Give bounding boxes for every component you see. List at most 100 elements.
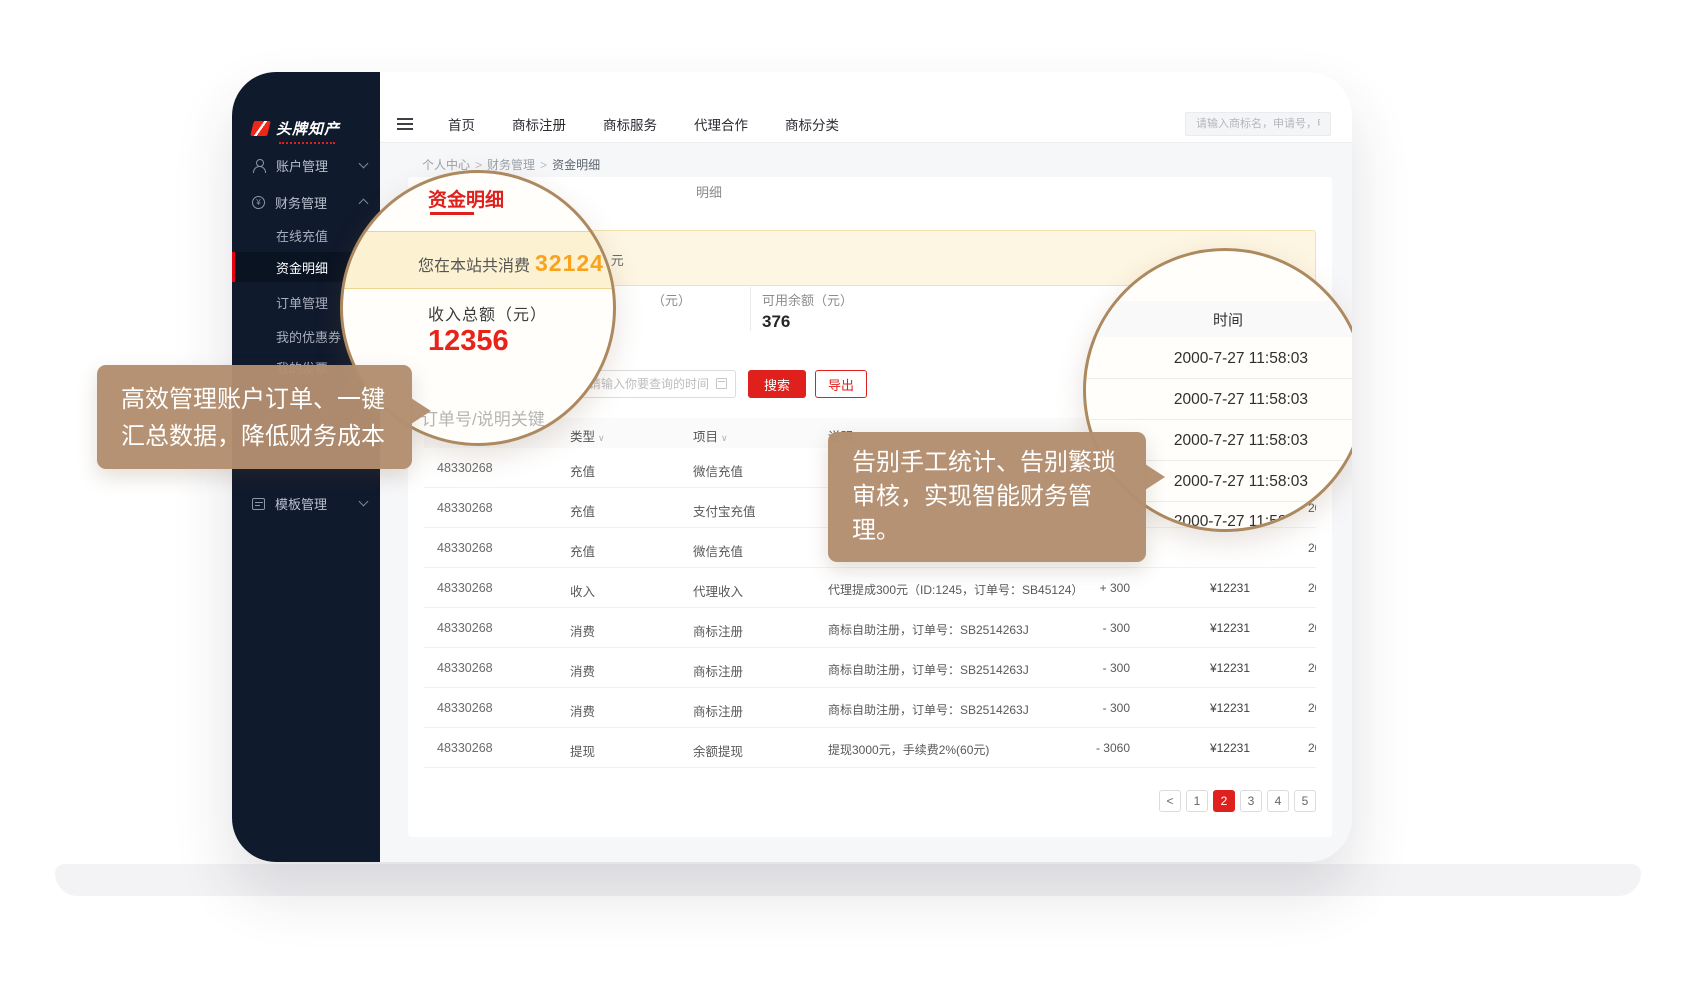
cell-type: 消费 — [570, 621, 650, 640]
pagination: < 1 2 3 4 5 — [1159, 790, 1316, 812]
stage: 头牌知产 账户管理 ¥ 财务管理 在线充值 资金明细 订单管理 — [0, 0, 1696, 1002]
nav-trademark-service[interactable]: 商标服务 — [603, 114, 657, 134]
callout-left: 高效管理账户订单、一键 汇总数据，降低财务成本 — [97, 365, 412, 469]
cell-type: 充值 — [570, 461, 650, 480]
sidebar-sub-label: 在线充值 — [276, 226, 328, 245]
callout-left-line1: 高效管理账户订单、一键 — [121, 381, 388, 418]
sidebar-item-account[interactable]: 账户管理 — [232, 150, 380, 180]
chevron-up-icon — [359, 199, 369, 209]
sidebar-item-label: 模板管理 — [275, 494, 327, 513]
pagination-page-5[interactable]: 5 — [1294, 790, 1316, 812]
magnified-active-tab: 资金明细 — [428, 185, 504, 212]
cell-type: 消费 — [570, 701, 650, 720]
magnified-income-value: 12356 — [428, 325, 509, 358]
breadcrumb-item-current: 资金明细 — [552, 158, 600, 172]
laptop-base — [55, 864, 1641, 896]
cell-balance: ¥12231 — [1172, 741, 1250, 755]
user-icon — [252, 158, 266, 172]
magnified-time-value: 2000-7-27 11:58:03 — [1088, 391, 1308, 409]
date-query-input[interactable] — [578, 370, 736, 398]
callout-right-line3: 理。 — [852, 514, 1122, 548]
column-header-project[interactable]: 项目∨ — [693, 426, 728, 445]
template-icon — [252, 498, 265, 510]
cell-type: 充值 — [570, 501, 650, 520]
available-balance-value: 376 — [762, 312, 790, 332]
cell-project: 商标注册 — [693, 661, 813, 680]
sidebar-item-template[interactable]: 模板管理 — [232, 488, 380, 518]
cell-order: 48330268 — [437, 581, 537, 595]
row-divider — [1086, 419, 1352, 420]
magnified-banner-prefix: 您在本站共消费 — [418, 258, 530, 275]
sidebar-item-label: 账户管理 — [276, 156, 328, 175]
nav-home[interactable]: 首页 — [448, 114, 475, 134]
pagination-page-2-active[interactable]: 2 — [1213, 790, 1235, 812]
table-row: 48330268 收入 代理收入 代理提成300元（ID:1245，订单号：SB… — [424, 568, 1316, 608]
nav-agent-cooperation[interactable]: 代理合作 — [694, 114, 748, 134]
stat-mid-label-remnant: （元） — [652, 290, 691, 309]
chevron-down-icon — [359, 159, 369, 169]
pagination-page-1[interactable]: 1 — [1186, 790, 1208, 812]
pagination-page-3[interactable]: 3 — [1240, 790, 1262, 812]
cell-project: 商标注册 — [693, 621, 813, 640]
tab-remnant-label[interactable]: 明细 — [696, 182, 722, 201]
cell-project: 支付宝充值 — [693, 501, 813, 520]
export-button[interactable]: 导出 — [815, 370, 867, 398]
magnified-order-filter-placeholder: 订单号/说明关键 — [421, 405, 545, 430]
callout-arrow-right-icon — [1145, 464, 1165, 490]
nav-trademark-register[interactable]: 商标注册 — [512, 114, 566, 134]
brand-tagline-dots — [279, 142, 335, 144]
cell-amount: - 300 — [1052, 701, 1130, 715]
magnified-time-column-header: 时间 — [1086, 301, 1352, 337]
table-row: 48330268 消费 商标注册 商标自助注册，订单号：SB2514263J -… — [424, 608, 1316, 648]
sidebar-sub-label-active: 资金明细 — [276, 258, 328, 277]
nav-links: 首页 商标注册 商标服务 代理合作 商标分类 — [448, 114, 839, 134]
brand-logo: 头牌知产 — [252, 118, 340, 139]
top-navbar: 首页 商标注册 商标服务 代理合作 商标分类 — [380, 72, 1352, 143]
cell-time: 2000-7-27 11:58:03 — [1308, 741, 1316, 755]
cell-project: 微信充值 — [693, 541, 813, 560]
breadcrumb: 个人中心>财务管理>资金明细 — [422, 156, 600, 173]
sidebar-sub-label: 我的优惠券 — [276, 327, 341, 346]
cell-order: 48330268 — [437, 741, 537, 755]
cell-type: 充值 — [570, 541, 650, 560]
magnified-banner-text: 您在本站共消费32124元 — [418, 250, 616, 277]
cell-balance: ¥12231 — [1172, 581, 1250, 595]
sidebar-item-finance[interactable]: ¥ 财务管理 — [232, 187, 380, 217]
callout-left-line2: 汇总数据，降低财务成本 — [121, 418, 388, 455]
breadcrumb-item[interactable]: 财务管理 — [487, 158, 535, 172]
nav-trademark-category[interactable]: 商标分类 — [785, 114, 839, 134]
cell-time: 2000-7-27 11:58:03 — [1308, 661, 1316, 675]
callout-arrow-right-icon — [411, 398, 431, 424]
brand-name: 头牌知产 — [276, 118, 340, 139]
pagination-prev-button[interactable]: < — [1159, 790, 1181, 812]
magnified-time-value: 2000-7-27 11:58:03 — [1088, 350, 1308, 368]
search-button[interactable]: 搜索 — [748, 370, 806, 398]
magnified-income-label: 收入总额（元） — [428, 301, 547, 325]
sidebar-item-label: 财务管理 — [275, 193, 327, 212]
cell-amount: - 300 — [1052, 621, 1130, 635]
cell-order: 48330268 — [437, 701, 537, 715]
cell-order: 48330268 — [437, 621, 537, 635]
cell-time: 2000-7-27 11:58:03 — [1308, 541, 1316, 555]
magnified-banner-amount: 32124 — [535, 250, 604, 276]
callout-right-line2: 审核，实现智能财务管 — [852, 480, 1122, 514]
table-row: 48330268 提现 余额提现 提现3000元，手续费2%(60元) - 30… — [424, 728, 1316, 768]
cell-type: 提现 — [570, 741, 650, 760]
column-header-type[interactable]: 类型∨ — [570, 426, 605, 445]
cell-project: 微信充值 — [693, 461, 813, 480]
cell-time: 2000-7-27 11:58:03 — [1308, 701, 1316, 715]
magnified-consumption-banner: 您在本站共消费32124元 — [343, 231, 616, 289]
sort-caret-icon: ∨ — [721, 433, 728, 443]
trademark-search-input[interactable] — [1185, 112, 1331, 136]
cell-balance: ¥12231 — [1172, 661, 1250, 675]
sidebar-sub-label: 订单管理 — [276, 293, 328, 312]
cell-balance: ¥12231 — [1172, 701, 1250, 715]
finance-icon: ¥ — [252, 196, 265, 209]
pagination-page-4[interactable]: 4 — [1267, 790, 1289, 812]
sort-caret-icon: ∨ — [598, 433, 605, 443]
hamburger-menu-icon[interactable] — [397, 118, 413, 130]
cell-project: 余额提现 — [693, 741, 813, 760]
chevron-down-icon — [359, 497, 369, 507]
cell-balance: ¥12231 — [1172, 621, 1250, 635]
cell-order: 48330268 — [437, 461, 537, 475]
